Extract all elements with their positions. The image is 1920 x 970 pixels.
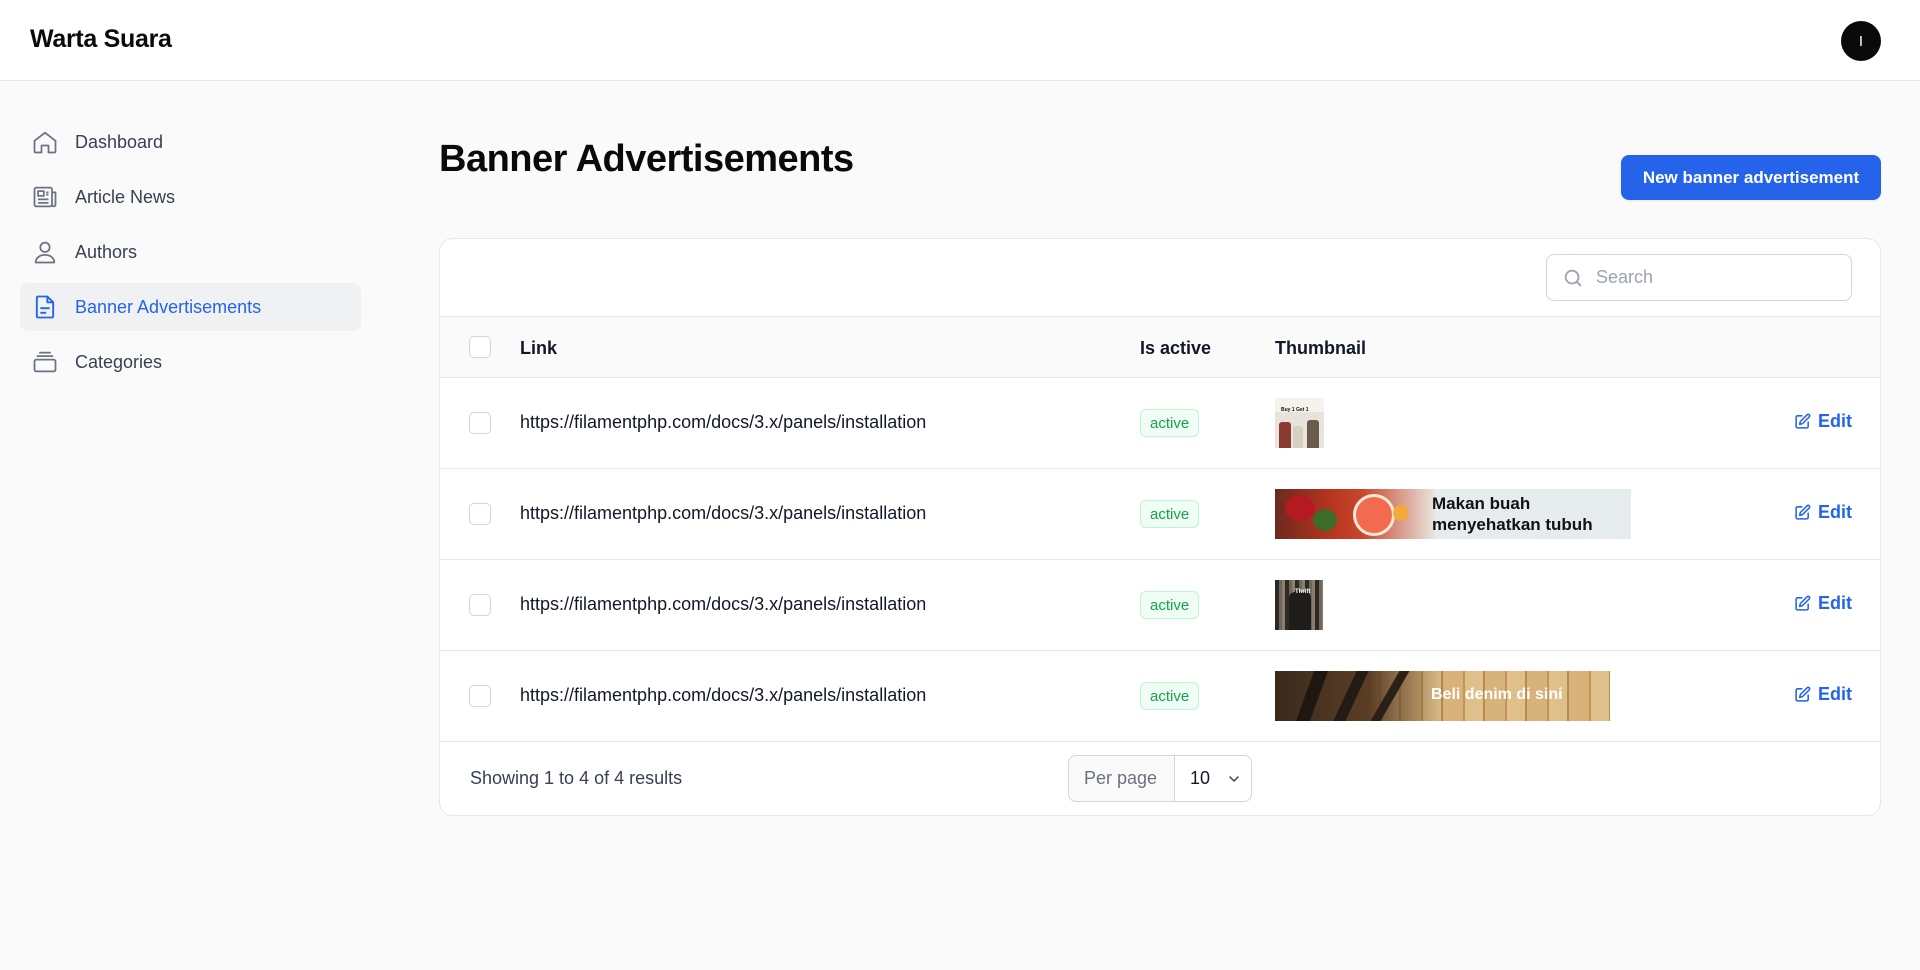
per-page-value: 10 — [1190, 768, 1211, 788]
pagination-summary: Showing 1 to 4 of 4 results — [470, 768, 683, 788]
status-badge: active — [1140, 500, 1200, 528]
row-checkbox[interactable] — [469, 412, 491, 434]
select-all-checkbox[interactable] — [469, 336, 491, 358]
sidebar-item-label: Article News — [75, 186, 176, 207]
thumbnail-caption: Buy 1 Get 1 — [1281, 407, 1309, 413]
sidebar-item-label: Banner Advertisements — [75, 296, 262, 317]
edit-button[interactable]: Edit — [1794, 593, 1852, 614]
home-icon — [31, 128, 59, 156]
page-title: Banner Advertisements — [439, 138, 854, 180]
newspaper-icon — [31, 183, 59, 211]
sidebar: Dashboard Article News Authors Banner Ad… — [20, 118, 361, 393]
thumbnail-caption-line-2: menyehatkan tubuh — [1432, 515, 1593, 534]
edit-label: Edit — [1818, 684, 1852, 704]
table-header: Link Is active Thumbnail — [440, 316, 1880, 378]
per-page-label: Per page — [1069, 756, 1175, 801]
edit-button[interactable]: Edit — [1794, 411, 1852, 432]
search-icon — [1564, 269, 1582, 286]
edit-label: Edit — [1818, 411, 1852, 431]
thumbnail-image: Makan buah menyehatkan tubuh — [1275, 489, 1631, 539]
thumbnail-image: Beli denim di sini — [1275, 671, 1610, 721]
table-row[interactable]: https://filamentphp.com/docs/3.x/panels/… — [440, 651, 1880, 742]
sidebar-item-dashboard[interactable]: Dashboard — [20, 118, 361, 166]
user-avatar[interactable]: I — [1841, 21, 1881, 61]
sidebar-item-banner-advertisements[interactable]: Banner Advertisements — [20, 283, 361, 331]
pencil-square-icon — [1795, 413, 1811, 429]
top-bar: Warta Suara I — [0, 0, 1920, 81]
row-checkbox[interactable] — [469, 503, 491, 525]
user-icon — [31, 238, 59, 266]
status-badge: active — [1140, 682, 1200, 710]
edit-label: Edit — [1818, 593, 1852, 613]
chevron-down-icon — [1229, 775, 1239, 782]
table-row[interactable]: https://filamentphp.com/docs/3.x/panels/… — [440, 469, 1880, 560]
edit-button[interactable]: Edit — [1794, 684, 1852, 705]
row-link: https://filamentphp.com/docs/3.x/panels/… — [520, 412, 927, 432]
row-link: https://filamentphp.com/docs/3.x/panels/… — [520, 685, 927, 705]
search-input[interactable] — [1596, 267, 1836, 288]
sidebar-item-label: Authors — [75, 241, 138, 262]
stack-icon — [31, 348, 59, 376]
edit-label: Edit — [1818, 502, 1852, 522]
status-badge: active — [1140, 591, 1200, 619]
document-icon — [31, 293, 59, 321]
thumbnail-caption: Beli denim di sini — [1431, 686, 1563, 703]
table-row[interactable]: https://filamentphp.com/docs/3.x/panels/… — [440, 560, 1880, 651]
sidebar-item-label: Dashboard — [75, 131, 164, 152]
edit-button[interactable]: Edit — [1794, 502, 1852, 523]
per-page-dropdown[interactable]: 10 — [1175, 756, 1251, 801]
column-header-thumbnail[interactable]: Thumbnail — [1275, 338, 1366, 359]
status-badge: active — [1140, 409, 1200, 437]
sidebar-item-categories[interactable]: Categories — [20, 338, 361, 386]
thumbnail-caption-line-1: Makan buah — [1432, 494, 1531, 513]
thumbnail-image: Buy 1 Get 1 — [1275, 398, 1324, 448]
pencil-square-icon — [1795, 595, 1811, 611]
row-link: https://filamentphp.com/docs/3.x/panels/… — [520, 594, 927, 614]
sidebar-item-label: Categories — [75, 351, 163, 372]
per-page-select[interactable]: Per page 10 — [1068, 755, 1252, 802]
brand-logo[interactable]: Warta Suara — [30, 25, 172, 54]
sidebar-item-authors[interactable]: Authors — [20, 228, 361, 276]
pencil-square-icon — [1795, 686, 1811, 702]
pencil-square-icon — [1795, 504, 1811, 520]
thumbnail-caption: Thrift — [1295, 589, 1311, 595]
row-link: https://filamentphp.com/docs/3.x/panels/… — [520, 503, 927, 523]
row-checkbox[interactable] — [469, 685, 491, 707]
thumbnail-image: Thrift — [1275, 580, 1323, 630]
search-box[interactable] — [1546, 254, 1852, 301]
table-card: Link Is active Thumbnail https://filamen… — [439, 238, 1881, 816]
sidebar-item-article-news[interactable]: Article News — [20, 173, 361, 221]
new-banner-advertisement-button[interactable]: New banner advertisement — [1621, 155, 1881, 200]
table-row[interactable]: https://filamentphp.com/docs/3.x/panels/… — [440, 378, 1880, 469]
column-header-link[interactable]: Link — [520, 338, 557, 359]
column-header-is-active[interactable]: Is active — [1140, 338, 1211, 359]
row-checkbox[interactable] — [469, 594, 491, 616]
